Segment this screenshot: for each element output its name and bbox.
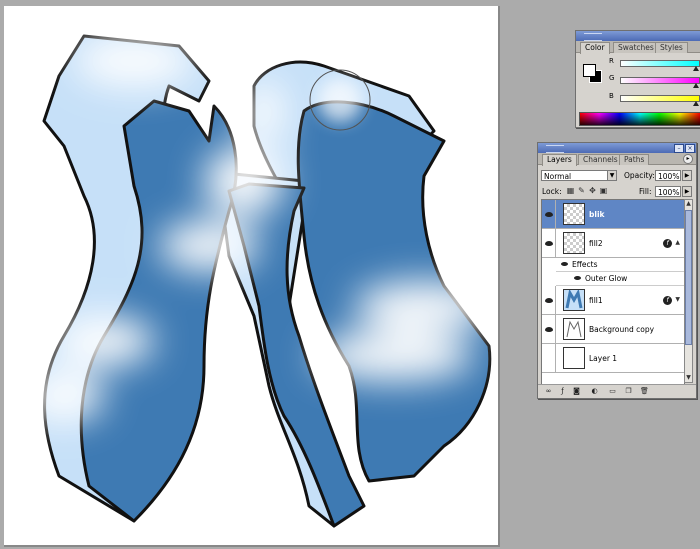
- scroll-up-icon[interactable]: ▲: [685, 200, 692, 208]
- layer-name: Background copy: [589, 325, 655, 334]
- layers-palette-tabs: Layers Channels Paths ▸: [538, 153, 696, 166]
- visibility-toggle[interactable]: [542, 286, 556, 314]
- close-icon[interactable]: ×: [685, 144, 695, 153]
- tab-layers[interactable]: Layers: [542, 154, 577, 166]
- foreground-color-swatch[interactable]: [583, 64, 596, 77]
- visibility-toggle[interactable]: [542, 344, 556, 372]
- layers-palette-titlebar[interactable]: – ×: [538, 143, 696, 153]
- letter-thumbnail-icon: [565, 288, 583, 309]
- blend-opacity-row: Normal ▼ Opacity: 100% ▶: [541, 169, 693, 183]
- opacity-input[interactable]: 100%: [655, 170, 681, 181]
- layer-list-scrollbar[interactable]: ▲ ▼: [684, 199, 693, 383]
- eye-icon: [545, 241, 553, 246]
- lock-label: Lock:: [542, 187, 562, 196]
- channel-r-label: R: [609, 57, 614, 65]
- blend-mode-select[interactable]: Normal: [541, 170, 609, 181]
- channel-b-label: B: [609, 92, 614, 100]
- g-slider[interactable]: [620, 77, 700, 84]
- layer-thumbnail: [563, 318, 585, 340]
- layer-name: fill2: [589, 239, 603, 248]
- graffiti-artwork: [24, 34, 494, 528]
- b-slider[interactable]: [620, 95, 700, 102]
- layer-effects-icon[interactable]: f: [663, 296, 672, 305]
- layer-thumbnail: [563, 288, 585, 311]
- eye-icon: [545, 298, 553, 303]
- outer-glow-label: Outer Glow: [585, 274, 628, 283]
- eye-icon[interactable]: [561, 262, 568, 266]
- layer-list[interactable]: blik fill2 f ▲ Effects Outer Glow fill1 …: [541, 199, 685, 385]
- adjustment-layer-icon[interactable]: ◐: [590, 387, 599, 396]
- color-spectrum-ramp[interactable]: [579, 112, 700, 126]
- trash-icon[interactable]: 🗑: [640, 387, 649, 396]
- layer-effects-icon[interactable]: f: [663, 239, 672, 248]
- chevron-down-icon[interactable]: ▼: [607, 170, 617, 181]
- color-palette-titlebar[interactable]: [576, 31, 700, 41]
- lock-brush-icon[interactable]: ✎: [577, 186, 586, 195]
- layer-thumbnail: [563, 203, 585, 225]
- palette-menu-icon[interactable]: ▸: [683, 154, 693, 164]
- lock-transparency-icon[interactable]: ▦: [566, 186, 575, 195]
- channel-g-label: G: [609, 74, 615, 82]
- visibility-toggle[interactable]: [542, 200, 556, 228]
- link-layers-icon[interactable]: ∞: [544, 387, 553, 396]
- sketch-thumbnail-icon: [566, 320, 582, 338]
- expand-triangle-icon[interactable]: ▼: [675, 296, 680, 303]
- eye-icon: [545, 212, 553, 217]
- eye-icon: [545, 327, 553, 332]
- tab-swatches[interactable]: Swatches: [613, 42, 659, 53]
- tab-color[interactable]: Color: [580, 42, 610, 54]
- canvas-area[interactable]: [0, 0, 500, 549]
- scrollbar-thumb[interactable]: [685, 210, 692, 345]
- tab-channels[interactable]: Channels: [578, 154, 623, 165]
- g-slider-thumb[interactable]: [693, 83, 699, 88]
- r-slider[interactable]: [620, 60, 700, 67]
- tab-styles[interactable]: Styles: [655, 42, 688, 53]
- scroll-down-icon[interactable]: ▼: [685, 374, 692, 382]
- layer-name: Layer 1: [589, 354, 618, 363]
- opacity-arrow-icon[interactable]: ▶: [682, 170, 692, 181]
- fill-input[interactable]: 100%: [655, 186, 681, 197]
- color-palette[interactable]: Color Swatches Styles R G B: [575, 30, 700, 128]
- grip-icon: [584, 33, 602, 41]
- lock-fill-row: Lock: ▦ ✎ ✥ ▣ Fill: 100% ▶: [541, 185, 693, 199]
- layer-row-fill1[interactable]: fill1 f ▼: [542, 286, 684, 315]
- effects-label: Effects: [572, 260, 598, 269]
- layers-footer-toolbar: ∞ ƒ ◙ ◐ ▭ ❐ 🗑: [538, 384, 696, 398]
- expand-triangle-icon[interactable]: ▲: [675, 239, 680, 246]
- layer-thumbnail: [563, 347, 585, 369]
- layer-row-layer-1[interactable]: Layer 1: [542, 344, 684, 373]
- layer-thumbnail: [563, 232, 585, 254]
- visibility-toggle[interactable]: [542, 229, 556, 257]
- color-palette-tabs: Color Swatches Styles: [576, 41, 700, 54]
- grip-icon: [546, 145, 564, 153]
- new-group-icon[interactable]: ▭: [608, 387, 617, 396]
- lock-all-icon[interactable]: ▣: [599, 186, 608, 195]
- opacity-label: Opacity:: [624, 171, 655, 180]
- fill-arrow-icon[interactable]: ▶: [682, 186, 692, 197]
- outer-glow-row[interactable]: Outer Glow: [556, 272, 684, 286]
- lock-move-icon[interactable]: ✥: [588, 186, 597, 195]
- r-slider-thumb[interactable]: [693, 66, 699, 71]
- fill-label: Fill:: [639, 187, 652, 196]
- layer-row-background-copy[interactable]: Background copy: [542, 315, 684, 344]
- layer-row-blik[interactable]: blik: [542, 200, 684, 229]
- layers-palette[interactable]: – × Layers Channels Paths ▸ Normal ▼ Opa…: [537, 142, 697, 399]
- new-layer-icon[interactable]: ❐: [624, 387, 633, 396]
- visibility-toggle[interactable]: [542, 315, 556, 343]
- eye-icon[interactable]: [574, 276, 581, 280]
- add-layer-style-icon[interactable]: ƒ: [558, 387, 567, 396]
- tab-paths[interactable]: Paths: [619, 154, 650, 165]
- minimize-icon[interactable]: –: [674, 144, 684, 153]
- layer-name: blik: [589, 210, 605, 219]
- b-slider-thumb[interactable]: [693, 101, 699, 106]
- effects-row[interactable]: Effects: [556, 258, 684, 272]
- layer-name: fill1: [589, 296, 603, 305]
- document-canvas[interactable]: [4, 6, 500, 547]
- add-mask-icon[interactable]: ◙: [572, 387, 581, 396]
- layer-row-fill2[interactable]: fill2 f ▲: [542, 229, 684, 258]
